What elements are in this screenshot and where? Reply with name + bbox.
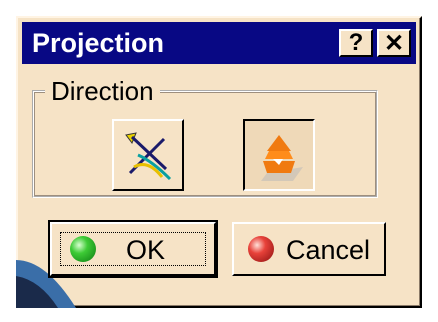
direction-group-label: Direction <box>45 76 160 106</box>
projection-normal-icon <box>261 135 303 181</box>
close-button[interactable]: ✕ <box>377 29 411 57</box>
direction-group <box>32 90 378 198</box>
ok-button[interactable]: OK <box>48 220 218 278</box>
projection-along-direction-icon <box>125 132 172 181</box>
cancel-label: Cancel <box>286 235 371 265</box>
close-icon: ✕ <box>383 29 405 57</box>
ok-ball-icon <box>70 236 96 262</box>
help-icon: ? <box>348 29 364 56</box>
cancel-ball-icon <box>248 236 274 262</box>
cancel-button[interactable]: Cancel <box>232 222 386 276</box>
normal-projection-button[interactable] <box>243 119 315 191</box>
ok-label: OK <box>126 235 166 265</box>
along-direction-button[interactable] <box>112 119 184 191</box>
title-bar[interactable]: Projection ? ✕ <box>22 22 416 64</box>
dialog-title: Projection <box>32 28 165 58</box>
help-button[interactable]: ? <box>339 29 373 57</box>
